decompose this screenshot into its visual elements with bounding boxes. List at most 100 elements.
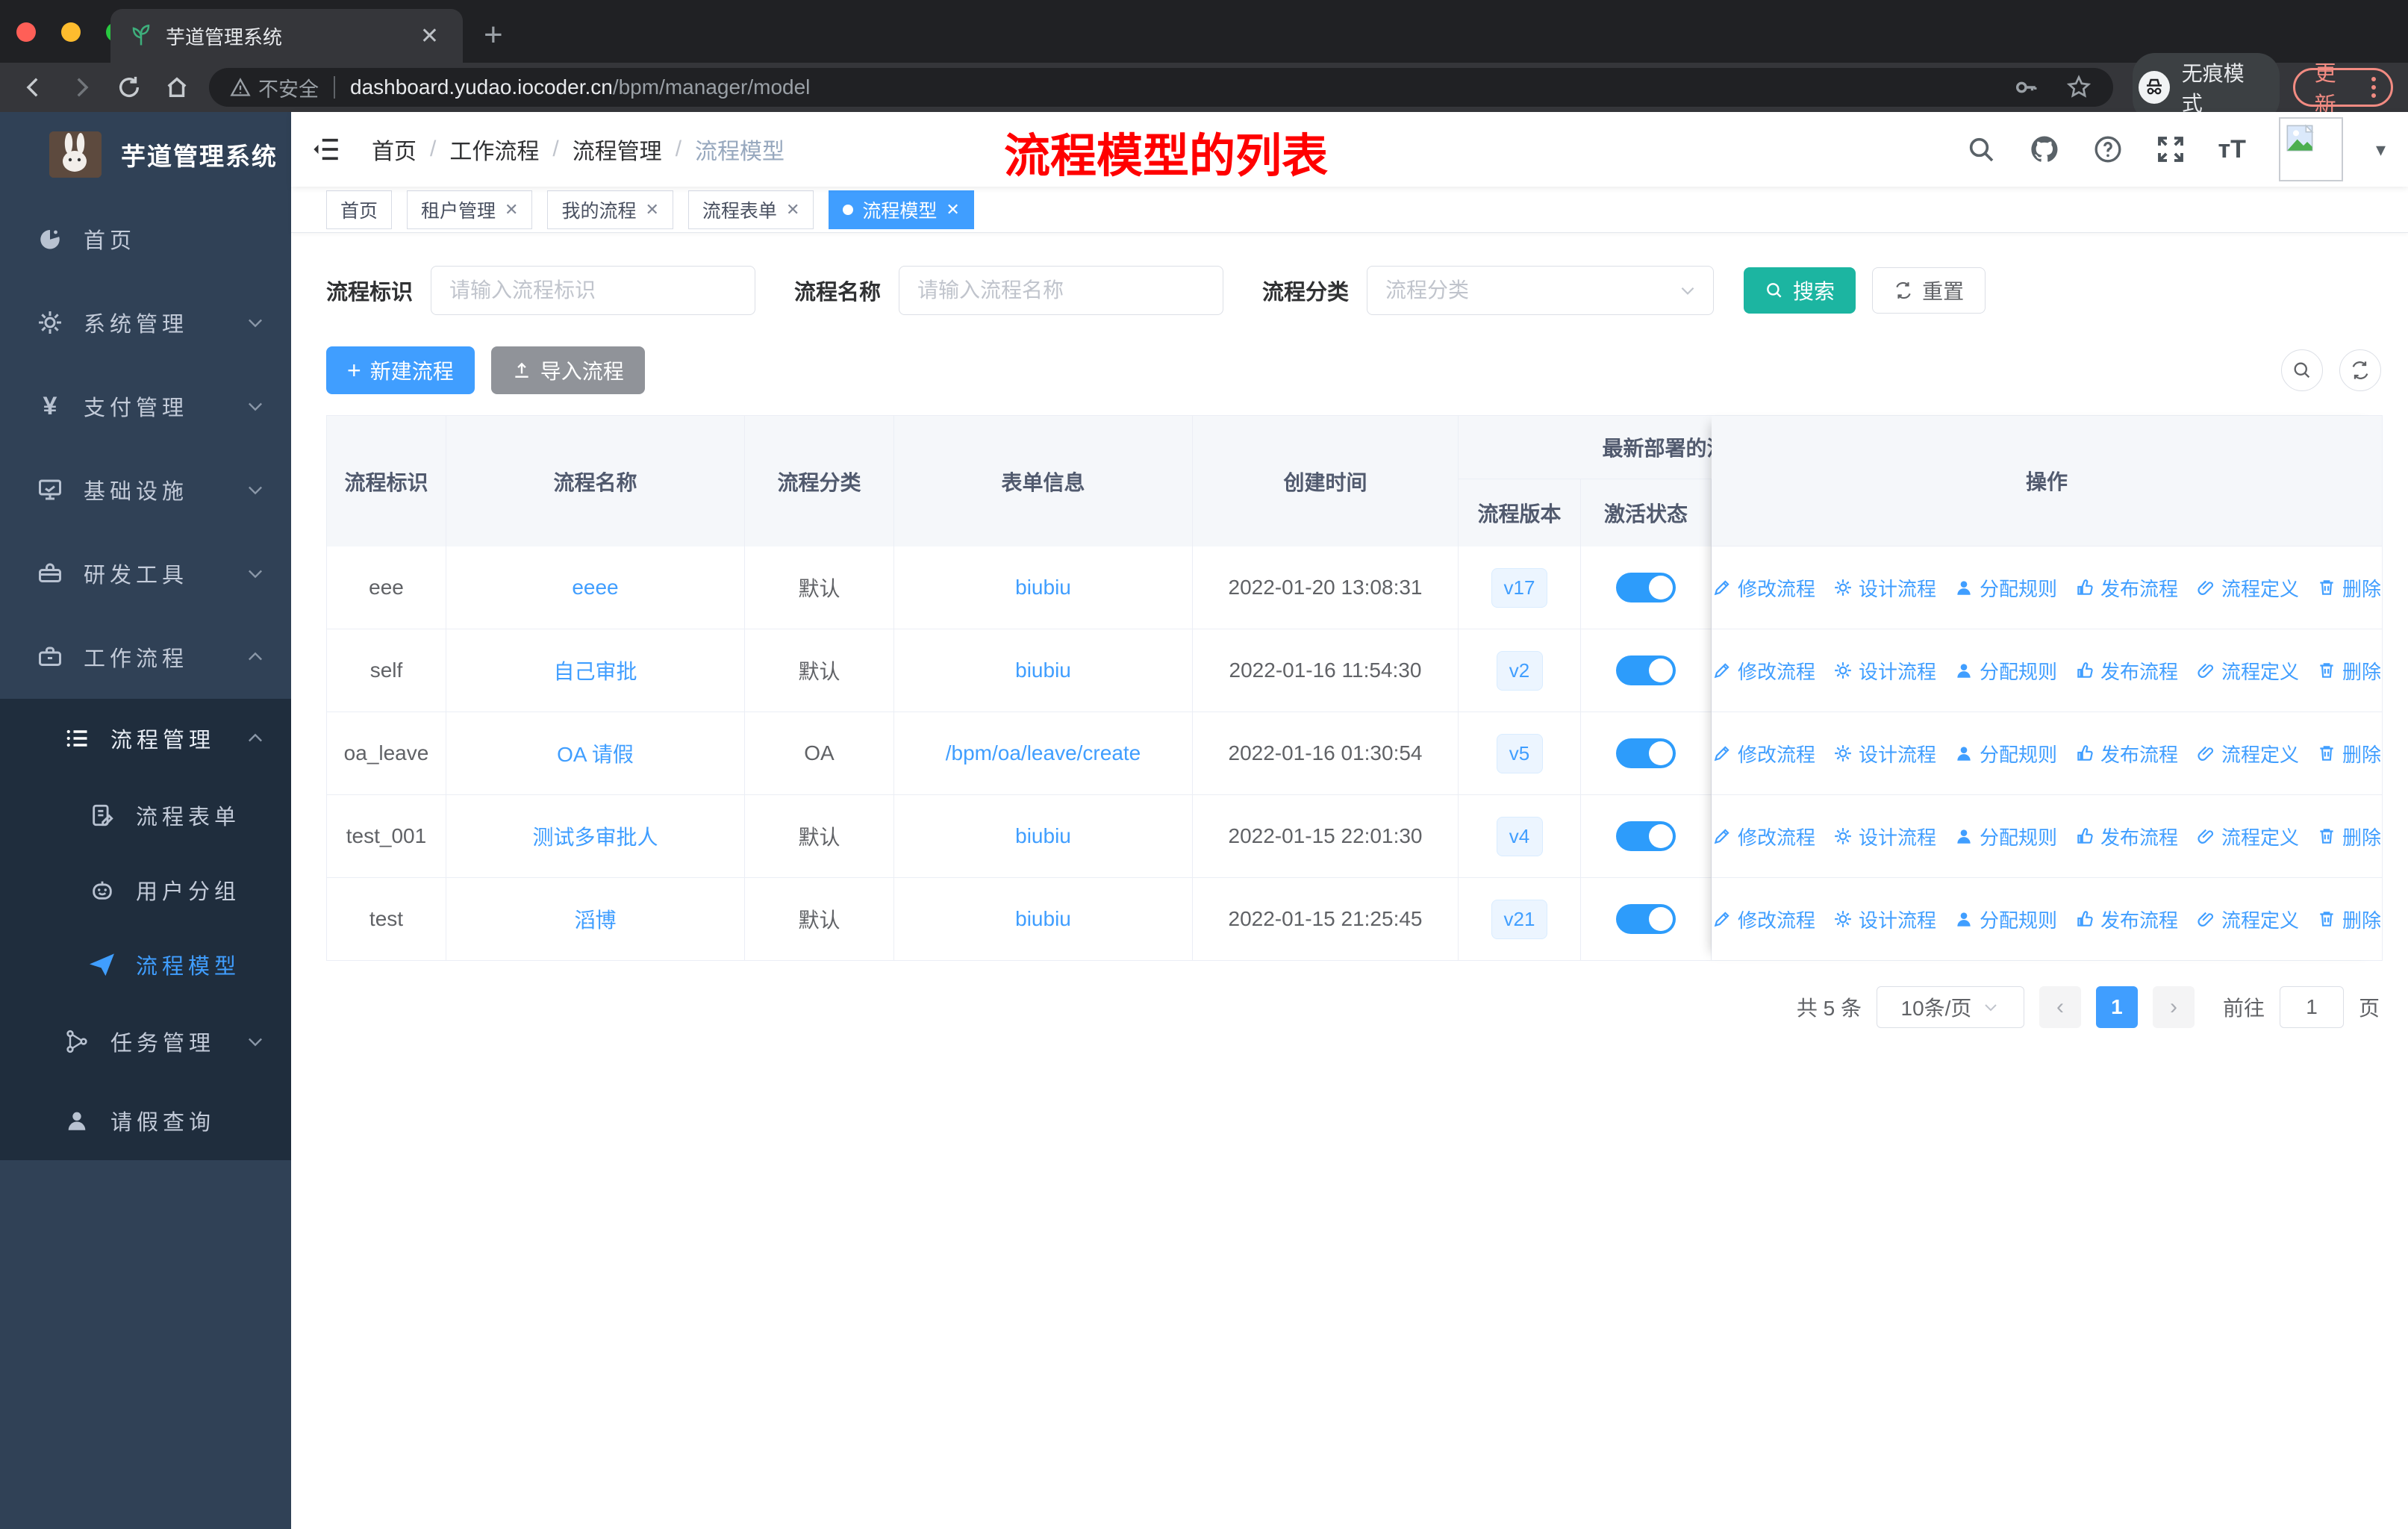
process-id-input[interactable] bbox=[431, 266, 756, 315]
design-process-link[interactable]: 设计流程 bbox=[1833, 574, 1936, 602]
process-name-link[interactable]: OA 请假 bbox=[557, 738, 634, 768]
reset-button[interactable]: 重置 bbox=[1872, 267, 1986, 314]
bookmark-star-icon[interactable] bbox=[2065, 74, 2092, 101]
browser-update-button[interactable]: 更新 bbox=[2292, 62, 2393, 117]
form-info-link[interactable]: biubiu bbox=[1015, 824, 1071, 848]
fullscreen-icon[interactable] bbox=[2156, 134, 2186, 164]
avatar-caret-icon[interactable]: ▾ bbox=[2376, 138, 2386, 161]
forward-icon[interactable] bbox=[69, 75, 94, 100]
breadcrumb-workflow[interactable]: 工作流程 bbox=[449, 133, 539, 166]
edit-process-link[interactable]: 修改流程 bbox=[1712, 906, 1815, 933]
process-definition-link[interactable]: 流程定义 bbox=[2196, 906, 2299, 933]
active-toggle[interactable] bbox=[1616, 573, 1676, 602]
delete-link[interactable]: 删除 bbox=[2317, 740, 2381, 767]
window-close-button[interactable] bbox=[16, 22, 36, 42]
font-size-icon[interactable]: ᴛT bbox=[2218, 135, 2246, 164]
tag-process-model-active[interactable]: 流程模型 ✕ bbox=[829, 190, 974, 229]
form-info-link[interactable]: biubiu bbox=[1015, 658, 1071, 682]
design-process-link[interactable]: 设计流程 bbox=[1833, 906, 1936, 933]
address-bar[interactable]: 不安全 dashboard.yudao.iocoder.cn/bpm/manag… bbox=[209, 68, 2113, 107]
design-process-link[interactable]: 设计流程 bbox=[1833, 657, 1936, 685]
publish-process-link[interactable]: 发布流程 bbox=[2075, 657, 2178, 685]
form-info-link[interactable]: /bpm/oa/leave/create bbox=[946, 741, 1141, 765]
process-definition-link[interactable]: 流程定义 bbox=[2196, 823, 2299, 850]
tag-tenant[interactable]: 租户管理 ✕ bbox=[407, 190, 533, 229]
import-process-button[interactable]: 导入流程 bbox=[490, 346, 645, 394]
sidebar-item-system[interactable]: 系统管理 bbox=[0, 281, 291, 364]
close-icon[interactable]: ✕ bbox=[645, 200, 658, 219]
edit-process-link[interactable]: 修改流程 bbox=[1712, 740, 1815, 767]
form-info-link[interactable]: biubiu bbox=[1015, 576, 1071, 600]
process-name-link[interactable]: 测试多审批人 bbox=[532, 821, 658, 851]
close-icon[interactable]: ✕ bbox=[505, 200, 518, 219]
delete-link[interactable]: 删除 bbox=[2317, 657, 2381, 685]
browser-tab[interactable]: 芋道管理系统 ✕ bbox=[110, 9, 463, 63]
tab-close-icon[interactable]: ✕ bbox=[416, 23, 443, 49]
reload-icon[interactable] bbox=[116, 75, 142, 100]
browser-menu-icon[interactable] bbox=[2371, 77, 2376, 98]
edit-process-link[interactable]: 修改流程 bbox=[1712, 823, 1815, 850]
design-process-link[interactable]: 设计流程 bbox=[1833, 740, 1936, 767]
goto-page-input[interactable] bbox=[2279, 986, 2344, 1028]
sidebar-item-task-mgmt[interactable]: 任务管理 bbox=[0, 1002, 291, 1081]
show-search-button[interactable] bbox=[2281, 349, 2323, 391]
process-definition-link[interactable]: 流程定义 bbox=[2196, 574, 2299, 602]
tag-process-form[interactable]: 流程表单 ✕ bbox=[687, 190, 814, 229]
design-process-link[interactable]: 设计流程 bbox=[1833, 823, 1936, 850]
key-icon[interactable] bbox=[2013, 75, 2039, 100]
sidebar-item-workflow[interactable]: 工作流程 bbox=[0, 615, 291, 699]
sidebar-item-home[interactable]: 首页 bbox=[0, 197, 291, 281]
github-icon[interactable] bbox=[2029, 134, 2060, 165]
search-button[interactable]: 搜索 bbox=[1744, 267, 1856, 314]
back-icon[interactable] bbox=[21, 75, 46, 100]
active-toggle[interactable] bbox=[1616, 738, 1676, 768]
delete-link[interactable]: 删除 bbox=[2317, 906, 2381, 933]
create-process-button[interactable]: + 新建流程 bbox=[326, 346, 475, 394]
next-page-button[interactable]: › bbox=[2152, 986, 2195, 1028]
tag-home[interactable]: 首页 bbox=[326, 190, 393, 229]
assign-rule-link[interactable]: 分配规则 bbox=[1954, 823, 2057, 850]
header-search-icon[interactable] bbox=[1966, 134, 1996, 164]
avatar[interactable] bbox=[2278, 117, 2343, 181]
assign-rule-link[interactable]: 分配规则 bbox=[1954, 657, 2057, 685]
delete-link[interactable]: 删除 bbox=[2317, 823, 2381, 850]
process-name-input[interactable] bbox=[899, 266, 1224, 315]
current-page-button[interactable]: 1 bbox=[2095, 986, 2138, 1028]
active-toggle[interactable] bbox=[1616, 904, 1676, 934]
publish-process-link[interactable]: 发布流程 bbox=[2075, 823, 2178, 850]
publish-process-link[interactable]: 发布流程 bbox=[2075, 906, 2178, 933]
category-select[interactable] bbox=[1367, 266, 1715, 315]
sidebar-item-process-model[interactable]: 流程模型 bbox=[0, 927, 291, 1002]
process-definition-link[interactable]: 流程定义 bbox=[2196, 740, 2299, 767]
assign-rule-link[interactable]: 分配规则 bbox=[1954, 906, 2057, 933]
security-label[interactable]: 不安全 bbox=[258, 73, 319, 102]
edit-process-link[interactable]: 修改流程 bbox=[1712, 574, 1815, 602]
sidebar-collapse-icon[interactable] bbox=[311, 134, 342, 165]
sidebar-item-leave-query[interactable]: 请假查询 bbox=[0, 1081, 291, 1160]
publish-process-link[interactable]: 发布流程 bbox=[2075, 574, 2178, 602]
form-info-link[interactable]: biubiu bbox=[1015, 907, 1071, 931]
home-icon[interactable] bbox=[164, 75, 190, 100]
sidebar-item-process-form[interactable]: 流程表单 bbox=[0, 778, 291, 853]
help-icon[interactable] bbox=[2093, 134, 2123, 164]
sidebar-item-devtools[interactable]: 研发工具 bbox=[0, 532, 291, 615]
window-minimize-button[interactable] bbox=[61, 22, 81, 42]
category-select-input[interactable] bbox=[1367, 266, 1715, 315]
prev-page-button[interactable]: ‹ bbox=[2039, 986, 2081, 1028]
breadcrumb-home[interactable]: 首页 bbox=[372, 133, 417, 166]
process-name-link[interactable]: 自己审批 bbox=[553, 655, 637, 685]
refresh-button[interactable] bbox=[2339, 349, 2381, 391]
process-name-link[interactable]: eeee bbox=[572, 576, 618, 600]
breadcrumb-process-mgmt[interactable]: 流程管理 bbox=[573, 133, 662, 166]
edit-process-link[interactable]: 修改流程 bbox=[1712, 657, 1815, 685]
close-icon[interactable]: ✕ bbox=[786, 200, 799, 219]
sidebar-item-process-mgmt[interactable]: 流程管理 bbox=[0, 699, 291, 778]
new-tab-button[interactable]: + bbox=[484, 16, 503, 54]
active-toggle[interactable] bbox=[1616, 821, 1676, 851]
process-definition-link[interactable]: 流程定义 bbox=[2196, 657, 2299, 685]
sidebar-item-infra[interactable]: 基础设施 bbox=[0, 448, 291, 532]
delete-link[interactable]: 删除 bbox=[2317, 574, 2381, 602]
tag-my-process[interactable]: 我的流程 ✕ bbox=[547, 190, 673, 229]
process-name-link[interactable]: 滔博 bbox=[574, 904, 616, 934]
publish-process-link[interactable]: 发布流程 bbox=[2075, 740, 2178, 767]
